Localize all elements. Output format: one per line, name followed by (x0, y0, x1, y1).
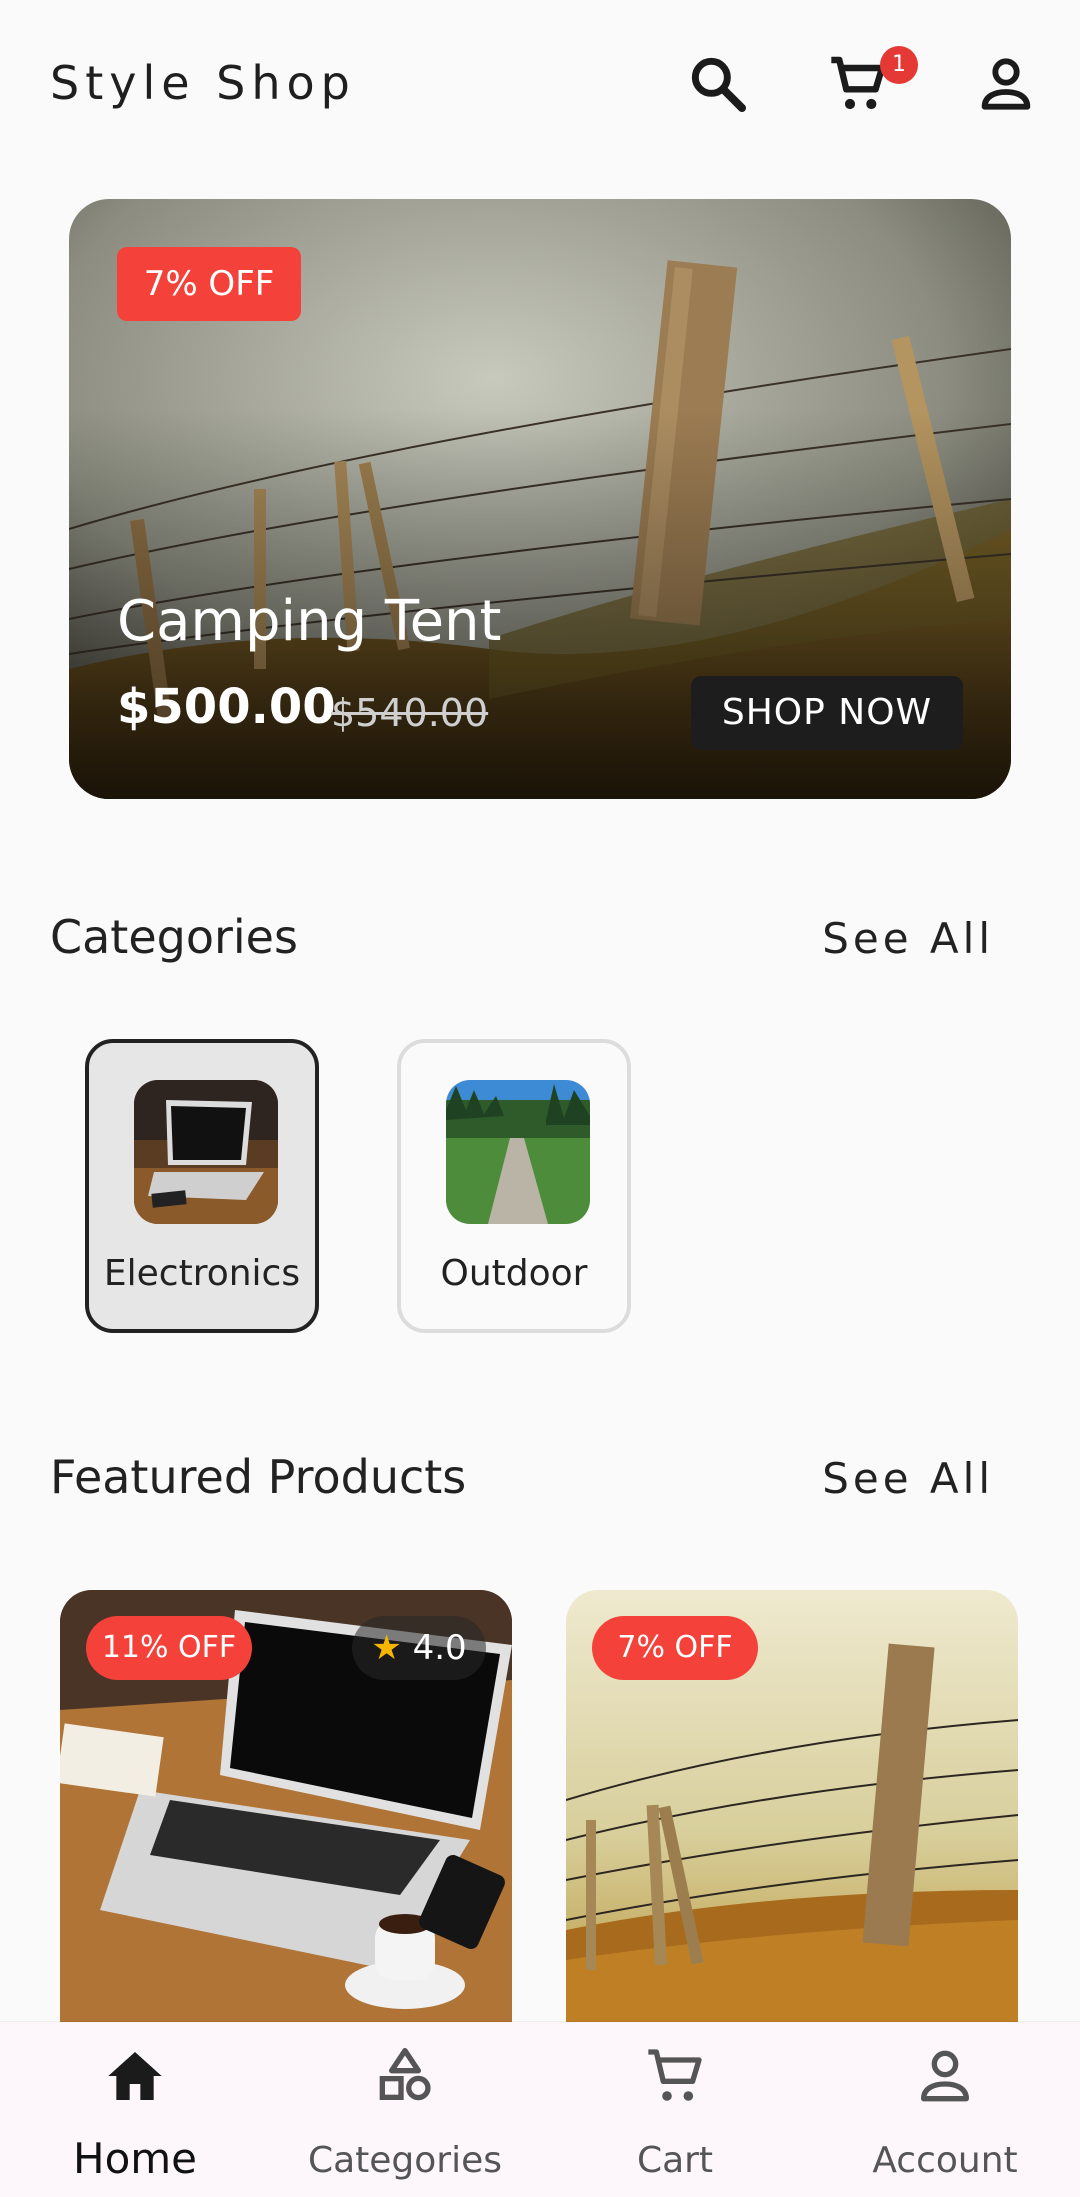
hero-banner[interactable]: 7% OFF Camping Tent $500.00 $540.00 SHOP… (69, 199, 1011, 799)
nav-cart[interactable]: Cart (540, 2022, 810, 2197)
cart-icon (648, 2049, 702, 2101)
categories-title: Categories (50, 910, 298, 964)
shop-now-button[interactable]: SHOP NOW (691, 676, 963, 750)
star-icon: ★ (371, 1628, 402, 1668)
nav-categories[interactable]: Categories (270, 2022, 540, 2197)
categories-icon (379, 2047, 431, 2101)
cart-count-badge: 1 (880, 46, 918, 84)
search-button[interactable] (686, 52, 750, 116)
hero-price: $500.00 (117, 679, 336, 735)
hero-title: Camping Tent (117, 589, 502, 654)
bottom-navigation: Home Categories Cart Account (0, 2022, 1080, 2197)
nav-label: Account (872, 2140, 1018, 2181)
nav-account[interactable]: Account (810, 2022, 1080, 2197)
category-electronics[interactable]: Electronics (85, 1039, 319, 1333)
account-button[interactable] (974, 52, 1038, 116)
hero-discount-badge: 7% OFF (117, 247, 301, 321)
hero-old-price: $540.00 (331, 691, 489, 735)
product-card[interactable]: 7% OFF (566, 1590, 1018, 2030)
search-icon (691, 57, 746, 112)
app-title: Style Shop (50, 56, 356, 110)
app-bar: Style Shop 1 (0, 0, 1080, 170)
featured-see-all-link[interactable]: See All (822, 1454, 994, 1503)
nav-label: Home (72, 2134, 198, 2183)
category-outdoor[interactable]: Outdoor (397, 1039, 631, 1333)
outdoor-thumbnail (446, 1080, 590, 1224)
product-rating: ★ 4.0 (352, 1616, 486, 1680)
featured-title: Featured Products (50, 1450, 467, 1504)
home-icon (108, 2052, 162, 2100)
product-card[interactable]: 11% OFF ★ 4.0 (60, 1590, 512, 2030)
electronics-thumbnail (134, 1080, 278, 1224)
account-icon (921, 2050, 969, 2102)
nav-label: Categories (307, 2140, 503, 2181)
nav-home[interactable]: Home (0, 2022, 270, 2197)
categories-see-all-link[interactable]: See All (822, 914, 994, 963)
category-label: Outdoor (440, 1253, 588, 1294)
product-discount-badge: 7% OFF (592, 1616, 758, 1680)
category-label: Electronics (103, 1253, 301, 1294)
product-discount-badge: 11% OFF (86, 1616, 252, 1680)
person-icon (981, 58, 1031, 110)
rating-value: 4.0 (412, 1628, 467, 1668)
nav-label: Cart (636, 2140, 714, 2181)
